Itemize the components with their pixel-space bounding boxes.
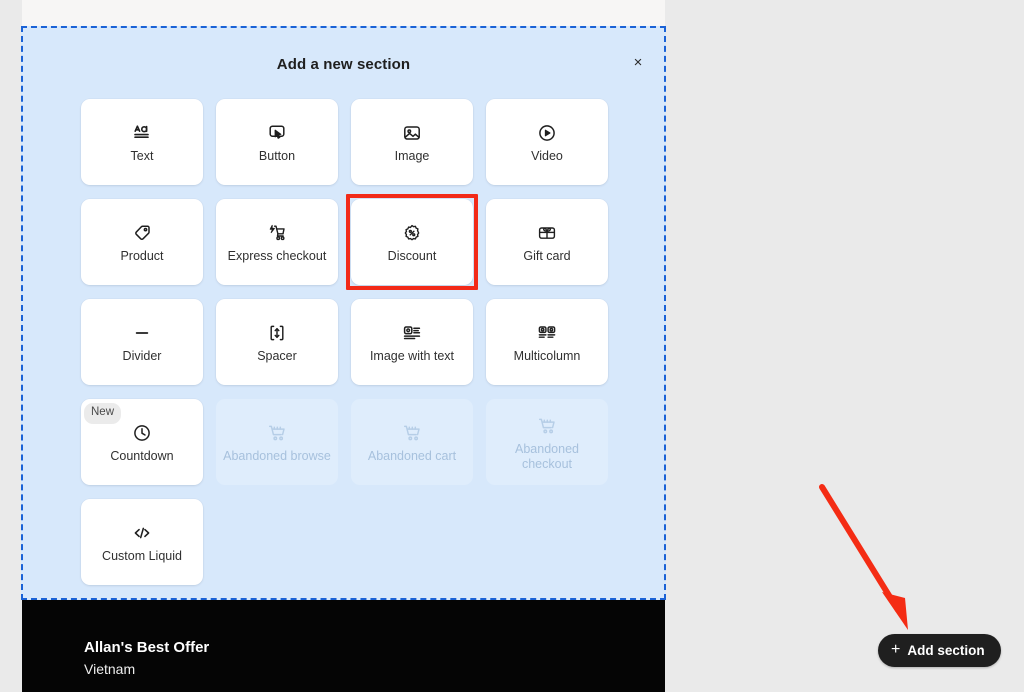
discount-badge-icon — [402, 220, 422, 246]
spacer-icon — [267, 320, 287, 346]
store-name: Allan's Best Offer — [84, 639, 210, 656]
panel-title: Add a new section — [276, 56, 411, 73]
gift-card-icon — [537, 220, 557, 246]
add-section-panel: Add a new section × Text Button Image Video… — [21, 26, 666, 600]
section-card-label: Abandoned cart — [367, 449, 457, 463]
add-section-button-label: Add section — [907, 643, 985, 658]
plus-icon: + — [891, 640, 901, 658]
text-icon — [132, 120, 152, 146]
section-card-product[interactable]: Product — [81, 199, 203, 285]
store-footer-strip: Allan's Best Offer Vietnam — [22, 600, 665, 692]
image-icon — [402, 120, 422, 146]
section-card-multicolumn[interactable]: Multicolumn — [486, 299, 608, 385]
section-card-abandoned-cart: Abandoned cart — [351, 399, 473, 485]
section-card-image[interactable]: Image — [351, 99, 473, 185]
store-region: Vietnam — [84, 661, 136, 677]
product-tag-icon — [132, 220, 152, 246]
annotation-arrow-icon — [819, 484, 908, 630]
section-card-label: Abandoned checkout — [515, 441, 579, 471]
section-card-label: Multicolumn — [513, 349, 581, 363]
section-card-label: Text — [130, 149, 154, 163]
section-card-label: Gift card — [523, 249, 571, 263]
section-card-image-with-text[interactable]: Image with text — [351, 299, 473, 385]
close-icon[interactable]: × — [625, 49, 651, 75]
section-card-express-checkout[interactable]: Express checkout — [216, 199, 338, 285]
section-card-label: Video — [531, 149, 563, 163]
section-card-gift-card[interactable]: Gift card — [486, 199, 608, 285]
section-type-grid: Text Button Image Video Product Express check… — [81, 99, 611, 585]
section-card-text[interactable]: Text — [81, 99, 203, 185]
screen: Add a new section × Text Button Image Video… — [0, 0, 1024, 692]
section-card-label: Button — [258, 149, 296, 163]
add-section-button[interactable]: + Add section — [878, 634, 1001, 667]
section-card-label: Discount — [387, 249, 437, 263]
section-card-discount[interactable]: Discount — [346, 194, 478, 290]
section-card-countdown[interactable]: New Countdown — [81, 399, 203, 485]
section-card-video[interactable]: Video — [486, 99, 608, 185]
section-card-label: Image with text — [369, 349, 455, 363]
multicolumn-icon — [537, 320, 557, 346]
cart-icon — [537, 413, 557, 439]
section-card-label: Divider — [122, 349, 162, 363]
cart-icon — [402, 420, 422, 446]
section-card-button[interactable]: Button — [216, 99, 338, 185]
section-card-label: Custom Liquid — [102, 549, 182, 563]
image-with-text-icon — [402, 320, 422, 346]
new-badge: New — [84, 403, 122, 424]
section-card-label: Product — [120, 249, 164, 263]
code-icon — [132, 520, 152, 546]
section-card-label: Spacer — [257, 349, 297, 363]
section-card-abandoned-browse: Abandoned browse — [216, 399, 338, 485]
section-card-label: Express checkout — [227, 249, 327, 263]
cart-icon — [267, 420, 287, 446]
section-card-abandoned-checkout: Abandoned checkout — [486, 399, 608, 485]
section-card-divider[interactable]: Divider — [81, 299, 203, 385]
section-card-custom-liquid[interactable]: Custom Liquid — [81, 499, 203, 585]
section-card-label: Countdown — [110, 449, 174, 463]
section-card-label: Abandoned browse — [223, 449, 331, 463]
clock-icon — [132, 420, 152, 446]
divider-icon — [132, 320, 152, 346]
video-play-icon — [537, 120, 557, 146]
button-icon — [267, 120, 287, 146]
section-card-label: Image — [394, 149, 430, 163]
section-card-spacer[interactable]: Spacer — [216, 299, 338, 385]
express-checkout-icon — [267, 220, 287, 246]
